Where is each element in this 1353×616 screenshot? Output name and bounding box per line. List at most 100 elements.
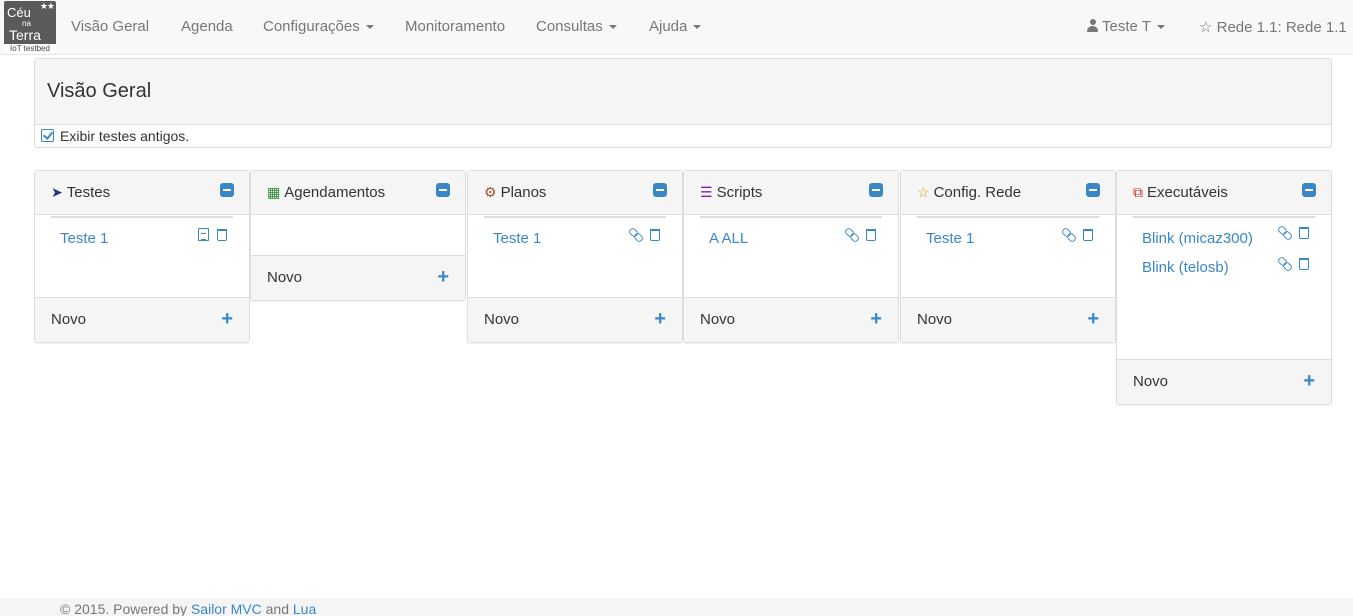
sailor-mvc-link[interactable]: Sailor MVC [191, 601, 262, 616]
document-icon[interactable] [198, 228, 209, 241]
stars-icon: ★★ [39, 1, 55, 11]
panel-body: Teste 1 [901, 216, 1115, 297]
rocket-icon: ➤ [51, 184, 63, 200]
plus-icon[interactable]: + [437, 267, 449, 287]
panel-body [251, 215, 465, 255]
panel-title: Testes [66, 184, 111, 201]
nav-label: Ajuda [649, 18, 688, 35]
item-link[interactable]: Teste 1 [493, 230, 541, 247]
page-title: Visão Geral [35, 59, 1331, 125]
list-item: Blink (micaz300) [1133, 218, 1283, 247]
list-item: Teste 1 [917, 218, 1099, 247]
link-icon[interactable] [845, 228, 858, 241]
show-old-tests-label: Exibir testes antigos. [60, 128, 190, 144]
trash-icon[interactable] [217, 229, 227, 241]
brand-line1: Céu [7, 5, 31, 20]
overview-panel: Visão Geral Exibir testes antigos. [34, 58, 1332, 148]
star-icon: ☆ [917, 184, 930, 200]
star-outline-icon: ☆ [1199, 19, 1213, 36]
panel-footer: Novo + [1117, 359, 1331, 404]
nav-label: Visão Geral [71, 18, 150, 35]
panel-footer: Novo + [35, 297, 249, 342]
nav-network-menu[interactable]: ☆ Rede 1.1: Rede 1.1 [1199, 18, 1353, 36]
panel-header: ☆ Config. Rede [901, 171, 1115, 215]
nav-configuracoes[interactable]: Configurações [263, 18, 374, 35]
trash-icon[interactable] [866, 229, 876, 241]
link-icon[interactable] [1062, 228, 1075, 241]
panel-title: Scripts [716, 184, 763, 201]
trash-icon[interactable] [650, 229, 660, 241]
caret-down-icon [693, 25, 702, 30]
item-link[interactable]: Blink (telosb) [1142, 259, 1229, 276]
link-icon[interactable] [629, 228, 642, 241]
trash-icon[interactable] [1083, 229, 1093, 241]
panel-body: Blink (micaz300) Blink (telosb) [1117, 216, 1331, 359]
checkbox-checked-icon[interactable] [41, 129, 54, 142]
brand-subtitle: IoT testbed [4, 44, 56, 54]
item-link[interactable]: Blink (micaz300) [1142, 230, 1253, 247]
top-navbar: ★★ Céu na Terra IoT testbed Visão Geral … [0, 0, 1353, 55]
plus-icon[interactable]: + [870, 309, 882, 329]
trash-icon[interactable] [1299, 258, 1309, 270]
nav-agenda[interactable]: Agenda [181, 18, 233, 35]
brand-logo[interactable]: ★★ Céu na Terra IoT testbed [4, 1, 56, 54]
nav-visao-geral[interactable]: Visão Geral [71, 18, 149, 35]
panel-footer: Novo + [468, 297, 682, 342]
panel-executaveis: ⧉ Executáveis Blink (micaz300) Blink (tel… [1116, 170, 1332, 405]
caret-down-icon [365, 25, 374, 30]
new-label: Novo [484, 311, 520, 328]
trash-icon[interactable] [1299, 227, 1309, 239]
panel-body: Teste 1 [35, 216, 249, 297]
panel-config-rede: ☆ Config. Rede Teste 1 Novo + [900, 170, 1116, 343]
nav-label: Consultas [536, 18, 603, 35]
panel-header: ☰ Scripts [684, 171, 898, 215]
panel-title: Agendamentos [284, 184, 386, 201]
panel-testes: ➤ Testes Teste 1 Novo + [34, 170, 250, 343]
list-item: Teste 1 [484, 218, 666, 247]
panel-footer: Novo + [251, 255, 465, 300]
collapse-icon[interactable] [653, 183, 667, 197]
plus-icon[interactable]: + [1303, 371, 1315, 391]
user-label: Teste T [1102, 18, 1151, 35]
plus-icon[interactable]: + [1087, 309, 1099, 329]
new-label: Novo [917, 311, 953, 328]
lua-link[interactable]: Lua [293, 601, 316, 616]
collapse-icon[interactable] [220, 183, 234, 197]
link-icon[interactable] [1278, 257, 1291, 270]
footer-text: and [261, 601, 293, 616]
nav-label: Configurações [263, 18, 360, 35]
panel-title: Planos [500, 184, 547, 201]
collapse-icon[interactable] [869, 183, 883, 197]
panel-scripts: ☰ Scripts A ALL Novo + [683, 170, 899, 343]
cogs-icon: ⚙ [484, 184, 497, 200]
panel-footer: Novo + [684, 297, 898, 342]
plus-icon[interactable]: + [654, 309, 666, 329]
list-item: Teste 1 [51, 218, 233, 247]
plus-icon[interactable]: + [221, 309, 233, 329]
panel-planos: ⚙ Planos Teste 1 Novo + [467, 170, 683, 343]
caret-down-icon [608, 25, 617, 30]
user-icon [1087, 19, 1098, 32]
nav-user-menu[interactable]: Teste T [1087, 18, 1165, 35]
new-label: Novo [267, 269, 303, 286]
item-link[interactable]: Teste 1 [60, 230, 108, 247]
collapse-icon[interactable] [436, 183, 450, 197]
calendar-icon: ▦ [267, 184, 281, 200]
network-label: Rede 1.1: Rede 1.1 [1216, 19, 1347, 36]
panel-header: ▦ Agendamentos [251, 171, 465, 215]
nav-monitoramento[interactable]: Monitoramento [405, 18, 505, 35]
item-link[interactable]: A ALL [709, 230, 748, 247]
panel-agendamentos: ▦ Agendamentos Novo + [250, 170, 466, 301]
show-old-tests-row[interactable]: Exibir testes antigos. [35, 125, 1331, 147]
footer-text: © 2015. Powered by [60, 601, 191, 616]
panel-title: Config. Rede [933, 184, 1022, 201]
nav-consultas[interactable]: Consultas [536, 18, 617, 35]
list-icon: ☰ [700, 184, 713, 200]
collapse-icon[interactable] [1302, 183, 1316, 197]
nav-ajuda[interactable]: Ajuda [649, 18, 702, 35]
collapse-icon[interactable] [1086, 183, 1100, 197]
link-icon[interactable] [1278, 226, 1291, 239]
item-link[interactable]: Teste 1 [926, 230, 974, 247]
brand-line3: Terra [9, 27, 41, 43]
panel-footer: Novo + [901, 297, 1115, 342]
